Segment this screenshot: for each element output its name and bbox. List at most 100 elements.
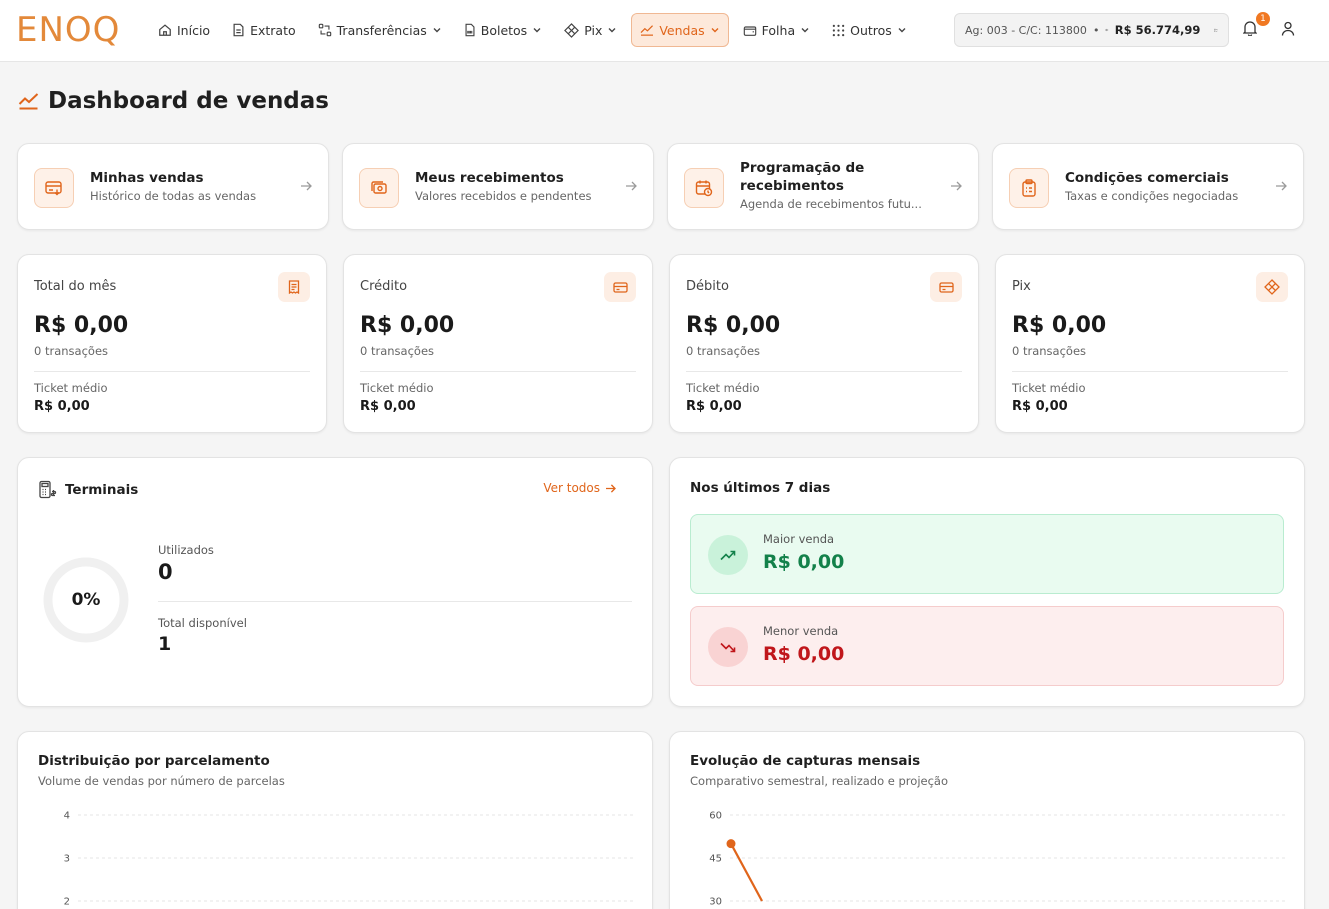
grid-icon [832,24,845,36]
nav-item-extrato[interactable]: Extrato [224,13,304,47]
trend-up-icon [708,535,748,575]
used-label: Utilizados [158,543,214,557]
ticket-value: R$ 0,00 [1012,399,1068,414]
stat-card-pix: Pix R$ 0,00 0 transações Ticket médio R$… [995,254,1305,433]
pix-icon [1256,272,1288,302]
nav-item-label: Folha [761,22,796,38]
quick-card-title: Meus recebimentos [415,170,564,186]
switch-account-icon[interactable] [1214,23,1218,38]
ver-todos-link[interactable]: Ver todos [543,481,616,495]
divider [360,371,636,372]
stat-label: Pix [1012,279,1031,294]
chevron-down-icon [608,28,616,33]
nav-item-inicio[interactable]: Início [150,13,218,47]
transfer-icon [318,23,331,37]
document-icon [233,23,244,37]
nav-item-label: Início [177,22,211,38]
arrow-right-icon [626,181,637,191]
stat-label: Total do mês [34,279,117,294]
wallet-icon [743,25,756,36]
nav-item-label: Pix [584,22,603,38]
divider [34,371,310,372]
ticket-label: Ticket médio [34,381,108,395]
y-tick-label: 45 [709,854,722,865]
receipt-icon [278,272,310,302]
credit-card-icon [604,272,636,302]
lowest-sale-label: Menor venda [763,624,839,638]
pix-icon [564,22,580,38]
installments-chart: 4 3 2 [64,811,634,908]
terminals-header: Terminais [38,480,138,499]
money-icon [359,168,399,208]
nav-item-folha[interactable]: Folha [735,13,818,47]
terminals-panel: Terminais Ver todos 0% Utilizados 0 Tota… [17,457,653,707]
y-tick-label: 60 [709,811,722,822]
quick-card-title: Minhas vendas [90,170,204,186]
arrow-right-icon [301,181,312,191]
stat-card-credito: Crédito R$ 0,00 0 transações Ticket médi… [343,254,653,433]
quick-card-subtitle: Valores recebidos e pendentes [415,189,592,203]
account-balance-pill[interactable]: Ag: 003 - C/C: 113800 • R$ 56.774,99 [954,13,1229,47]
nav-item-label: Boletos [480,22,528,38]
quick-card-programacao[interactable]: Programação de recebimentos Agenda de re… [667,143,979,230]
stat-transaction-count: 0 transações [686,344,761,358]
divider [1012,371,1288,372]
top-navbar: ENOQ Início Extrato Transferências Bolet… [0,0,1329,62]
chevron-down-icon [711,28,719,33]
account-separator: • [1092,23,1100,37]
account-balance: R$ 56.774,99 [1114,23,1201,37]
divider [686,371,962,372]
y-tick-label: 4 [64,811,70,822]
notification-badge: 1 [1256,12,1270,26]
chevron-down-icon [801,28,809,33]
quick-card-subtitle: Taxas e condições negociadas [1065,189,1239,203]
nav-item-outros[interactable]: Outros [824,13,915,47]
user-icon[interactable] [1281,21,1295,36]
quick-card-title: Condições comerciais [1065,170,1229,186]
highest-sale-label: Maior venda [763,532,835,546]
nav-item-pix[interactable]: Pix [556,13,625,47]
nav-item-vendas[interactable]: Vendas [631,13,729,47]
lowest-sale-value: R$ 0,00 [763,643,845,665]
data-point [726,839,736,849]
nav-item-boletos[interactable]: Boletos [456,13,550,47]
stat-card-total-mes: Total do mês R$ 0,00 0 transações Ticket… [17,254,327,433]
barcode-doc-icon [465,23,475,37]
chevron-down-icon [433,28,441,33]
ticket-label: Ticket médio [1012,381,1086,395]
brand-logo[interactable]: ENOQ [16,11,120,49]
arrow-right-icon [1276,181,1287,191]
y-tick-label: 2 [64,897,70,908]
stat-card-debito: Débito R$ 0,00 0 transações Ticket médio… [669,254,979,433]
arrow-right-icon [951,181,962,191]
quick-card-subtitle: Agenda de recebimentos futu... [740,197,922,211]
y-tick-label: 3 [64,854,70,865]
nav-item-label: Extrato [250,22,296,38]
main-nav: Início Extrato Transferências Boletos Pi… [150,13,921,47]
usage-percent: 0% [71,590,101,610]
stat-value: R$ 0,00 [360,313,455,338]
divider [158,601,632,602]
eye-icon[interactable] [1105,25,1109,35]
sales-card-icon [34,168,74,208]
page-title: Dashboard de vendas [48,88,329,114]
quick-card-minhas-vendas[interactable]: Minhas vendas Histórico de todas as vend… [17,143,329,230]
trend-down-icon [708,627,748,667]
stat-value: R$ 0,00 [686,313,781,338]
nav-item-transferencias[interactable]: Transferências [310,13,450,47]
ticket-label: Ticket médio [360,381,434,395]
nav-item-label: Outros [850,22,892,38]
stat-value: R$ 0,00 [1012,313,1107,338]
trend-icon [640,25,654,36]
ver-todos-label: Ver todos [543,481,600,495]
arrow-right-icon [606,483,616,493]
ticket-label: Ticket médio [686,381,760,395]
quick-card-condicoes-comerciais[interactable]: Condições comerciais Taxas e condições n… [992,143,1304,230]
last-7-days-panel: Nos últimos 7 dias Maior venda R$ 0,00 M… [669,457,1305,707]
ticket-value: R$ 0,00 [686,399,742,414]
quick-card-subtitle: Histórico de todas as vendas [90,189,257,203]
bell-icon[interactable] [1243,20,1257,36]
chevron-down-icon [533,28,541,33]
stat-transaction-count: 0 transações [360,344,435,358]
quick-card-meus-recebimentos[interactable]: Meus recebimentos Valores recebidos e pe… [342,143,654,230]
